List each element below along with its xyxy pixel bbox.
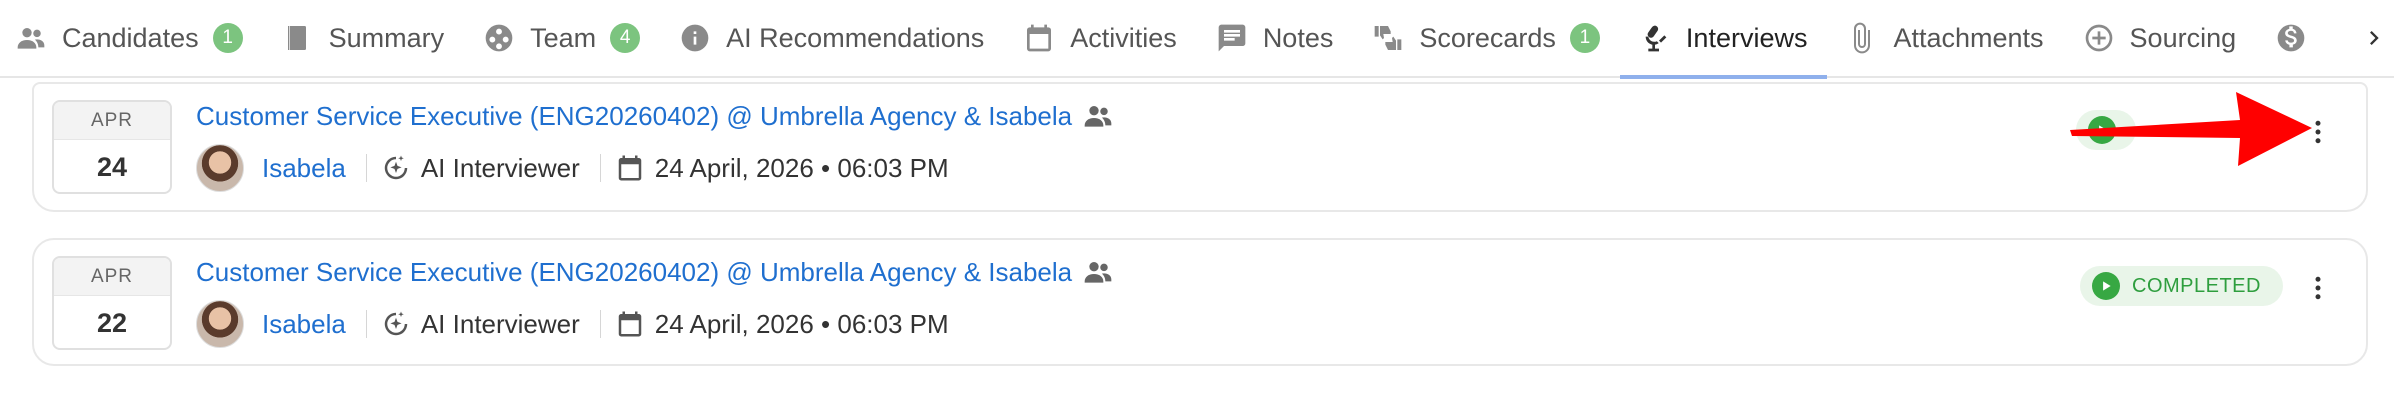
tab-label: Notes	[1262, 22, 1334, 53]
tab-label: Scorecards	[1419, 22, 1556, 53]
team-icon	[482, 21, 516, 55]
avatar	[196, 144, 244, 192]
date-box: APR 24	[52, 100, 172, 194]
tab-interviews[interactable]: Interviews	[1619, 0, 1828, 79]
tab-label: Interviews	[1685, 22, 1808, 53]
paperclip-icon	[1845, 21, 1879, 55]
date-box: APR 22	[52, 256, 172, 350]
tab-team[interactable]: Team 4	[464, 0, 660, 77]
count-badge: 1	[212, 23, 243, 53]
tab-activities[interactable]: Activities	[1004, 0, 1197, 77]
annotation-arrow-icon	[2070, 92, 2312, 166]
tab-label: Attachments	[1893, 22, 2044, 53]
tab-label: Summary	[328, 22, 445, 53]
calendar-icon	[615, 153, 645, 183]
calendar-icon	[615, 309, 645, 339]
tab-candidates[interactable]: Candidates 1	[0, 0, 263, 77]
book-icon	[281, 21, 315, 55]
comment-icon	[1215, 21, 1249, 55]
interviewer-label: AI Interviewer	[420, 152, 580, 183]
interview-title-row: Customer Service Executive (ENG20260402)…	[196, 256, 1114, 288]
count-badge: 1	[1569, 23, 1600, 53]
divider	[365, 310, 367, 338]
tab-scorecards[interactable]: Scorecards 1	[1353, 0, 1620, 77]
group-icon	[1082, 256, 1114, 288]
status-badge: COMPLETED	[2080, 266, 2283, 306]
date-month: APR	[54, 258, 170, 296]
tab-label: Candidates	[62, 22, 199, 53]
interview-title-row: Customer Service Executive (ENG20260402)…	[196, 100, 1114, 132]
tab-label: Sourcing	[2129, 22, 2237, 53]
interview-title-link[interactable]: Customer Service Executive (ENG20260402)…	[196, 257, 1072, 288]
ai-interviewer-icon	[381, 153, 411, 183]
dollar-icon	[2274, 21, 2308, 55]
tab-ai-recommendations[interactable]: AI Recommendations	[660, 0, 1004, 77]
interviewer-label: AI Interviewer	[420, 308, 580, 339]
ai-interviewer-icon	[381, 309, 411, 339]
chevron-right-icon[interactable]	[2354, 0, 2394, 77]
tab-sourcing[interactable]: Sourcing	[2064, 0, 2257, 77]
info-icon	[678, 21, 712, 55]
tab-notes[interactable]: Notes	[1197, 0, 1354, 77]
interview-title-link[interactable]: Customer Service Executive (ENG20260402)…	[196, 101, 1072, 132]
candidate-link[interactable]: Isabela	[262, 153, 346, 184]
interview-card[interactable]: APR 22 Customer Service Executive (ENG20…	[32, 238, 2368, 366]
tab-label: AI Recommendations	[726, 22, 985, 53]
interview-card[interactable]: APR 24 Customer Service Executive (ENG20…	[32, 82, 2368, 212]
avatar	[196, 300, 244, 348]
interview-meta-row: Isabela AI Interviewer 24 April, 2026 • …	[196, 300, 949, 348]
candidate-link[interactable]: Isabela	[262, 309, 346, 340]
play-icon	[2092, 272, 2120, 300]
thumbs-icon	[1371, 21, 1405, 55]
microphone-icon	[1638, 21, 1672, 55]
tab-attachments[interactable]: Attachments	[1827, 0, 2063, 77]
interview-meta-row: Isabela AI Interviewer 24 April, 2026 • …	[196, 144, 949, 192]
divider	[599, 154, 601, 182]
tab-label: Activities	[1070, 22, 1177, 53]
tab-summary[interactable]: Summary	[263, 0, 465, 77]
group-icon	[1082, 100, 1114, 132]
tab-label: Team	[530, 22, 597, 53]
calendar-icon	[1022, 21, 1056, 55]
divider	[365, 154, 367, 182]
interview-datetime: 24 April, 2026 • 06:03 PM	[654, 308, 949, 339]
date-day: 22	[96, 307, 128, 338]
divider	[599, 310, 601, 338]
tab-more-dollar[interactable]	[2256, 0, 2322, 77]
date-day: 24	[96, 151, 128, 182]
plus-circle-icon	[2082, 21, 2116, 55]
interview-datetime: 24 April, 2026 • 06:03 PM	[654, 152, 949, 183]
count-badge: 4	[610, 23, 641, 53]
tab-bar: Candidates 1 Summary Team 4 AI Recommend…	[0, 0, 2394, 79]
date-month: APR	[54, 102, 170, 140]
people-icon	[14, 21, 48, 55]
status-label: COMPLETED	[2132, 274, 2261, 297]
more-options-icon[interactable]	[2300, 270, 2336, 306]
